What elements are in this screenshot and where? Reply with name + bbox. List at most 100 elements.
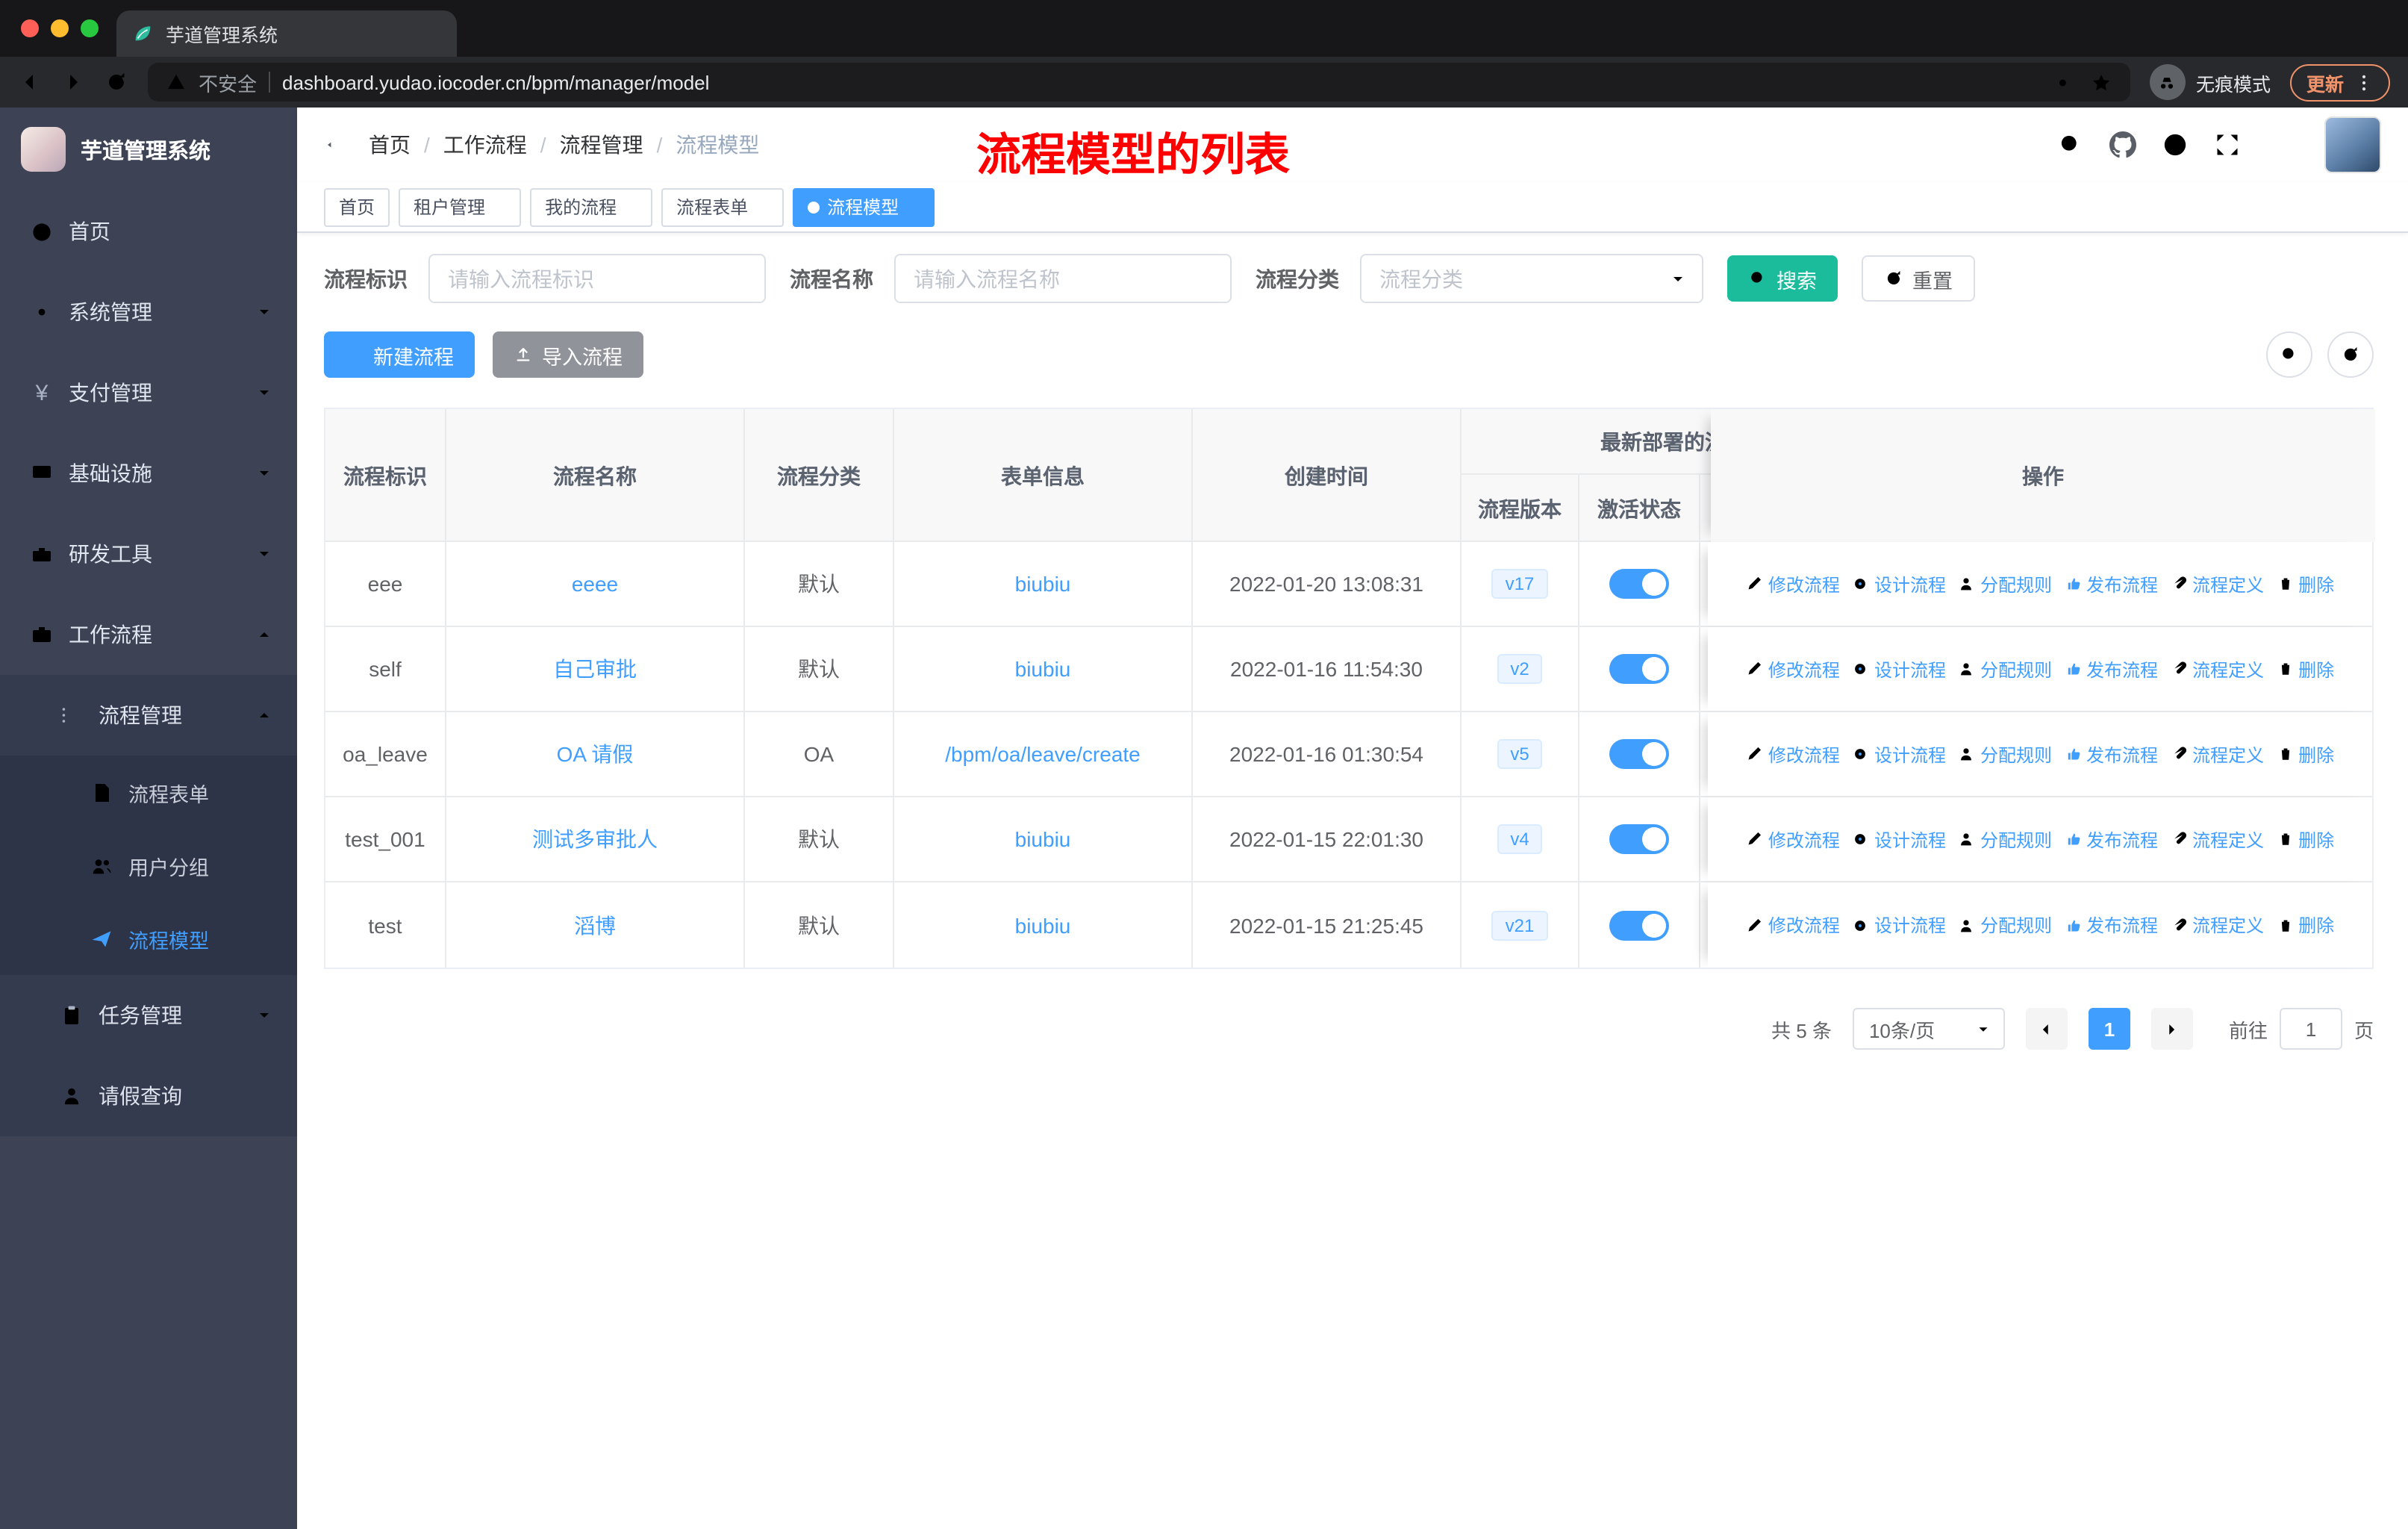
font-size-icon[interactable] — [2266, 131, 2293, 158]
edit-process-link[interactable]: 修改流程 — [1746, 571, 1840, 597]
page-size-select[interactable]: 10条/页 — [1852, 1008, 2005, 1050]
process-name-link[interactable]: 自己审批 — [553, 654, 637, 684]
breadcrumb-workflow[interactable]: 工作流程 — [443, 130, 527, 160]
delete-link[interactable]: 删除 — [2276, 741, 2334, 767]
toggle-search-button[interactable] — [2266, 331, 2312, 378]
tag-home[interactable]: 首页 — [324, 187, 390, 226]
sidebar-item-system[interactable]: 系统管理 — [0, 272, 297, 352]
tab-close-icon[interactable] — [418, 22, 442, 46]
forward-icon[interactable] — [61, 70, 85, 94]
edit-process-link[interactable]: 修改流程 — [1746, 912, 1840, 938]
window-zoom-button[interactable] — [81, 19, 99, 37]
sidebar-item-process-model[interactable]: 流程模型 — [0, 902, 297, 975]
sidebar-item-workflow[interactable]: 工作流程 — [0, 594, 297, 675]
delete-link[interactable]: 删除 — [2276, 656, 2334, 682]
publish-process-link[interactable]: 发布流程 — [2064, 656, 2158, 682]
design-process-link[interactable]: 设计流程 — [1852, 571, 1946, 597]
import-process-button[interactable]: 导入流程 — [493, 331, 643, 378]
version-badge[interactable]: v4 — [1497, 824, 1543, 854]
update-button[interactable]: 更新 — [2289, 63, 2390, 101]
tag-tenant[interactable]: 租户管理 — [399, 187, 522, 226]
github-icon[interactable] — [2109, 131, 2136, 158]
form-info-link[interactable]: biubiu — [1015, 827, 1071, 851]
version-badge[interactable]: v17 — [1491, 569, 1548, 599]
design-process-link[interactable]: 设计流程 — [1852, 741, 1946, 767]
edit-process-link[interactable]: 修改流程 — [1746, 656, 1840, 682]
form-info-link[interactable]: biubiu — [1015, 913, 1071, 937]
form-info-link[interactable]: biubiu — [1015, 572, 1071, 596]
sidebar-item-leave-query[interactable]: 请假查询 — [0, 1056, 297, 1136]
breadcrumb-home[interactable]: 首页 — [369, 130, 411, 160]
sidebar-item-user-group[interactable]: 用户分组 — [0, 829, 297, 902]
breadcrumb-process-management[interactable]: 流程管理 — [560, 130, 643, 160]
publish-process-link[interactable]: 发布流程 — [2064, 741, 2158, 767]
process-name-link[interactable]: 滔博 — [574, 910, 616, 940]
active-toggle[interactable] — [1609, 654, 1669, 684]
form-info-link[interactable]: biubiu — [1015, 657, 1071, 681]
version-badge[interactable]: v5 — [1497, 739, 1543, 769]
reload-icon[interactable] — [105, 70, 128, 94]
prev-page-button[interactable] — [2025, 1008, 2068, 1050]
process-name-link[interactable]: OA 请假 — [557, 739, 634, 769]
edit-process-link[interactable]: 修改流程 — [1746, 826, 1840, 852]
new-tab-button[interactable] — [475, 25, 496, 46]
password-key-icon[interactable] — [2056, 71, 2078, 93]
process-definition-link[interactable]: 流程定义 — [2170, 826, 2264, 852]
back-icon[interactable] — [18, 70, 42, 94]
publish-process-link[interactable]: 发布流程 — [2064, 571, 2158, 597]
process-name-link[interactable]: 测试多审批人 — [532, 824, 658, 854]
close-icon[interactable] — [755, 200, 769, 214]
reset-button[interactable]: 重置 — [1862, 255, 1975, 302]
active-toggle[interactable] — [1609, 739, 1669, 769]
publish-process-link[interactable]: 发布流程 — [2064, 912, 2158, 938]
next-page-button[interactable] — [2150, 1008, 2193, 1050]
active-toggle[interactable] — [1609, 569, 1669, 599]
publish-process-link[interactable]: 发布流程 — [2064, 826, 2158, 852]
security-label[interactable]: 不安全 — [199, 68, 257, 96]
delete-link[interactable]: 删除 — [2276, 826, 2334, 852]
window-close-button[interactable] — [21, 19, 39, 37]
form-info-link[interactable]: /bpm/oa/leave/create — [945, 742, 1141, 766]
help-icon[interactable] — [2162, 131, 2189, 158]
goto-page-input[interactable] — [2279, 1008, 2342, 1050]
bookmark-star-icon[interactable] — [2090, 71, 2112, 93]
assign-rule-link[interactable]: 分配规则 — [1958, 656, 2052, 682]
process-definition-link[interactable]: 流程定义 — [2170, 571, 2264, 597]
sidebar-item-infra[interactable]: 基础设施 — [0, 433, 297, 514]
close-icon[interactable] — [624, 200, 637, 214]
assign-rule-link[interactable]: 分配规则 — [1958, 826, 2052, 852]
sidebar-item-devtools[interactable]: 研发工具 — [0, 514, 297, 594]
browser-menu-icon[interactable] — [2354, 72, 2374, 92]
assign-rule-link[interactable]: 分配规则 — [1958, 912, 2052, 938]
fullscreen-icon[interactable] — [2214, 131, 2241, 158]
delete-link[interactable]: 删除 — [2276, 912, 2334, 938]
process-category-select[interactable]: 流程分类 — [1360, 254, 1703, 303]
version-badge[interactable]: v2 — [1497, 654, 1543, 684]
search-icon[interactable] — [2057, 131, 2084, 158]
search-button[interactable]: 搜索 — [1727, 255, 1838, 302]
delete-link[interactable]: 删除 — [2276, 571, 2334, 597]
create-process-button[interactable]: 新建流程 — [324, 331, 475, 378]
assign-rule-link[interactable]: 分配规则 — [1958, 571, 2052, 597]
sidebar-fold-icon[interactable] — [324, 133, 348, 157]
page-1-button[interactable]: 1 — [2088, 1008, 2130, 1050]
process-definition-link[interactable]: 流程定义 — [2170, 656, 2264, 682]
active-toggle[interactable] — [1609, 824, 1669, 854]
tag-process-model[interactable]: 流程模型 — [793, 187, 935, 226]
design-process-link[interactable]: 设计流程 — [1852, 912, 1946, 938]
sidebar-item-task-management[interactable]: 任务管理 — [0, 975, 297, 1056]
sidebar-item-home[interactable]: 首页 — [0, 191, 297, 272]
process-definition-link[interactable]: 流程定义 — [2170, 741, 2264, 767]
process-name-link[interactable]: eeee — [572, 572, 618, 596]
design-process-link[interactable]: 设计流程 — [1852, 656, 1946, 682]
assign-rule-link[interactable]: 分配规则 — [1958, 741, 2052, 767]
user-avatar[interactable] — [2324, 116, 2381, 173]
sidebar-item-process-form[interactable]: 流程表单 — [0, 756, 297, 829]
process-name-input[interactable] — [894, 254, 1232, 303]
design-process-link[interactable]: 设计流程 — [1852, 826, 1946, 852]
refresh-table-button[interactable] — [2327, 331, 2374, 378]
window-minimize-button[interactable] — [51, 19, 69, 37]
sidebar-item-payment[interactable]: ¥ 支付管理 — [0, 352, 297, 433]
url-text[interactable]: dashboard.yudao.iocoder.cn/bpm/manager/m… — [282, 71, 2044, 93]
address-bar[interactable]: 不安全 dashboard.yudao.iocoder.cn/bpm/manag… — [148, 63, 2130, 102]
